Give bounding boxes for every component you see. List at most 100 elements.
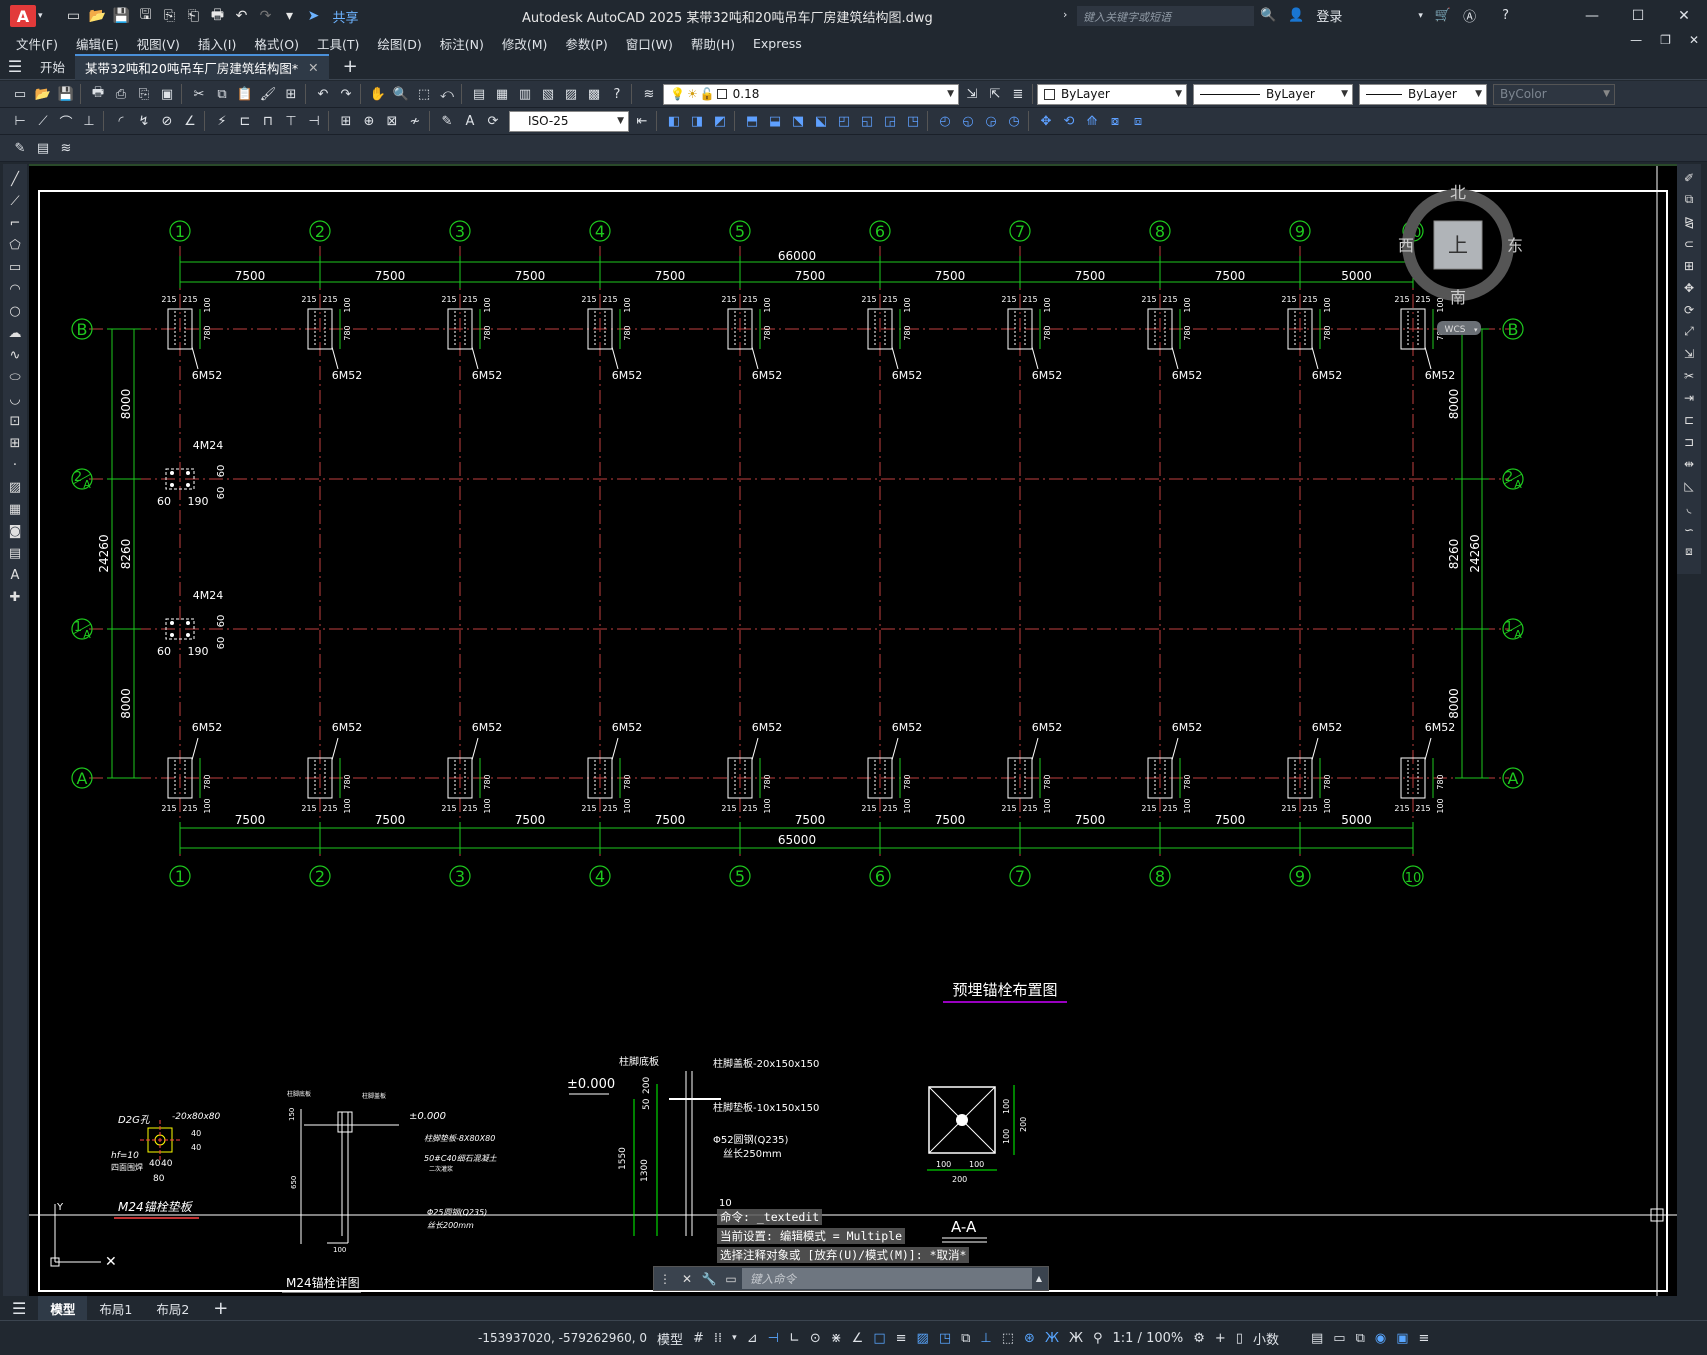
save-as-icon[interactable]: 🖫 <box>137 7 155 25</box>
viewcube-west[interactable]: 西 <box>1398 236 1414 255</box>
web-save-icon[interactable]: ⎗ <box>185 7 203 25</box>
layer-lock-icon[interactable]: 🔓 <box>700 87 715 101</box>
spline-icon[interactable]: ∿ <box>6 346 24 365</box>
mirror-icon[interactable]: ⧎ <box>1680 212 1698 231</box>
dynamic-ucs-icon[interactable]: ⊥ <box>980 1331 991 1346</box>
search-expand-icon[interactable]: › <box>1063 8 1067 21</box>
extrude-icon[interactable]: ⬒ <box>742 111 762 131</box>
menu-express[interactable]: Express <box>753 36 802 51</box>
save-icon[interactable]: 💾 <box>56 84 76 104</box>
table-icon[interactable]: ▤ <box>6 544 24 563</box>
layer-states-icon[interactable]: ≣ <box>1008 84 1028 104</box>
dim-linear-icon[interactable]: ⊢ <box>10 111 30 131</box>
dim-diameter-icon[interactable]: ⊘ <box>157 111 177 131</box>
osnap-tracking-icon[interactable]: ∠ <box>852 1331 864 1346</box>
dimstyle-dropdown[interactable]: ISO-25 ▼ <box>509 110 629 132</box>
units-icon[interactable]: ▯ <box>1236 1331 1243 1346</box>
annotation-visibility-icon[interactable]: Ж <box>1045 1331 1059 1346</box>
dimstyle-manager-icon[interactable]: ⇤ <box>632 111 652 131</box>
offset-icon[interactable]: ⊂ <box>1680 234 1698 253</box>
lock-ui-icon[interactable]: ▭ <box>1333 1331 1345 1346</box>
plotstyle-dropdown[interactable]: ByColor ▼ <box>1493 83 1615 105</box>
dim-aligned-icon[interactable]: ⟋ <box>33 111 53 131</box>
point-icon[interactable]: · <box>6 456 24 475</box>
undo-icon[interactable]: ↶ <box>313 84 333 104</box>
menu-edit[interactable]: 编辑(E) <box>76 34 119 53</box>
make-current-layer-icon[interactable]: ⇲ <box>962 84 982 104</box>
search-icon[interactable]: 🔍 <box>1260 8 1276 23</box>
center-mark-icon[interactable]: ⊕ <box>359 111 379 131</box>
doc-minimize-button[interactable]: — <box>1630 33 1642 47</box>
help-icon[interactable]: ? <box>607 84 627 104</box>
menu-format[interactable]: 格式(O) <box>254 34 299 53</box>
close-button[interactable]: ✕ <box>1661 0 1707 32</box>
open-file-icon[interactable]: 📂 <box>89 7 107 25</box>
open-icon[interactable]: 📂 <box>33 84 53 104</box>
help-icon[interactable]: ? <box>1502 8 1509 23</box>
login-chevron-icon[interactable]: ▾ <box>1418 11 1423 21</box>
dim-angular-icon[interactable]: ∠ <box>180 111 200 131</box>
design-center-icon[interactable]: ▦ <box>492 84 512 104</box>
dim-radius-icon[interactable]: ◜ <box>111 111 131 131</box>
3dosnap-icon[interactable]: ⧉ <box>961 1331 970 1346</box>
cart-icon[interactable]: 🛒 <box>1435 8 1451 23</box>
command-customize-icon[interactable]: 🔧 <box>698 1272 720 1286</box>
line-icon[interactable]: ╱ <box>6 170 24 189</box>
dim-update-icon[interactable]: ⟳ <box>483 111 503 131</box>
quick-dim-icon[interactable]: ⚡ <box>212 111 232 131</box>
dim-space-icon[interactable]: ⊤ <box>281 111 301 131</box>
break-at-point-icon[interactable]: ⊏ <box>1680 410 1698 429</box>
make-block-icon[interactable]: ⊞ <box>6 434 24 453</box>
dim-baseline-icon[interactable]: ⊏ <box>235 111 255 131</box>
wcs-chevron-icon[interactable]: ▾ <box>1474 326 1478 334</box>
3dmirror-icon[interactable]: ⧈ <box>1128 111 1148 131</box>
menu-insert[interactable]: 插入(I) <box>198 34 236 53</box>
revolve-icon[interactable]: ⬕ <box>811 111 831 131</box>
menu-help[interactable]: 帮助(H) <box>691 34 735 53</box>
dim-break-icon[interactable]: ⊣ <box>304 111 324 131</box>
isolate-objects-icon[interactable]: ⧉ <box>1356 1331 1365 1346</box>
layer-properties-icon[interactable]: ≋ <box>639 84 659 104</box>
dim-continue-icon[interactable]: ⊓ <box>258 111 278 131</box>
drawing-canvas[interactable]: 1 1 2 2 3 3 4 4 5 5 6 6 7 7 8 8 9 9 10 10 B B 2 A 2 A 1 A 1 A A A 66000 7… <box>29 164 1677 1298</box>
qnew-icon[interactable]: ▭ <box>10 84 30 104</box>
viewcube-south[interactable]: 南 <box>1450 288 1466 307</box>
tolerance-icon[interactable]: ⊞ <box>336 111 356 131</box>
color-dropdown[interactable]: ByLayer ▼ <box>1037 83 1187 105</box>
ortho-icon[interactable]: ∟ <box>789 1331 800 1346</box>
doc-restore-button[interactable]: ❐ <box>1660 33 1671 47</box>
file-menu-icon[interactable]: ☰ <box>0 57 30 76</box>
zoom-window-icon[interactable]: ⬚ <box>414 84 434 104</box>
isodraft-icon[interactable]: ⋇ <box>831 1331 842 1346</box>
new-file-icon[interactable]: ▭ <box>65 7 83 25</box>
scale-icon[interactable]: ⤢ <box>1680 322 1698 341</box>
tab-start[interactable]: 开始 <box>30 54 75 80</box>
menu-parametric[interactable]: 参数(P) <box>565 34 607 53</box>
hatch-icon[interactable]: ▨ <box>6 478 24 497</box>
loft-icon[interactable]: ◰ <box>834 111 854 131</box>
move-icon[interactable]: ✥ <box>1680 278 1698 297</box>
3dalign-icon[interactable]: ⟰ <box>1082 111 1102 131</box>
construction-line-icon[interactable]: ⟋ <box>6 192 24 211</box>
jogged-linear-icon[interactable]: ≁ <box>405 111 425 131</box>
layer-freeze-icon[interactable]: ☀ <box>687 87 698 101</box>
join-icon[interactable]: ⇹ <box>1680 454 1698 473</box>
lineweight-dropdown[interactable]: ByLayer ▼ <box>1359 83 1487 105</box>
polygon-icon[interactable]: ⬠ <box>6 236 24 255</box>
menu-tools[interactable]: 工具(T) <box>317 34 359 53</box>
web-open-icon[interactable]: ⎘ <box>161 7 179 25</box>
command-input[interactable]: 键入命令 <box>742 1268 1032 1289</box>
presspull-icon[interactable]: ⬓ <box>765 111 785 131</box>
match-prop-icon[interactable]: 🖌 <box>258 84 278 104</box>
viewcube-east[interactable]: 东 <box>1507 236 1523 255</box>
extend-icon[interactable]: ⇥ <box>1680 388 1698 407</box>
minimize-button[interactable]: — <box>1569 0 1615 32</box>
stretch-icon[interactable]: ⇲ <box>1680 344 1698 363</box>
layer-previous-icon[interactable]: ⇱ <box>985 84 1005 104</box>
dim-jogged-icon[interactable]: ↯ <box>134 111 154 131</box>
infer-constraints-icon[interactable]: ⊿ <box>747 1331 758 1346</box>
layout-menu-icon[interactable]: ☰ <box>0 1296 38 1320</box>
quickcalc-icon[interactable]: ▩ <box>584 84 604 104</box>
menu-file[interactable]: 文件(F) <box>16 34 58 53</box>
clean-screen-icon[interactable]: ▣ <box>1396 1331 1408 1346</box>
